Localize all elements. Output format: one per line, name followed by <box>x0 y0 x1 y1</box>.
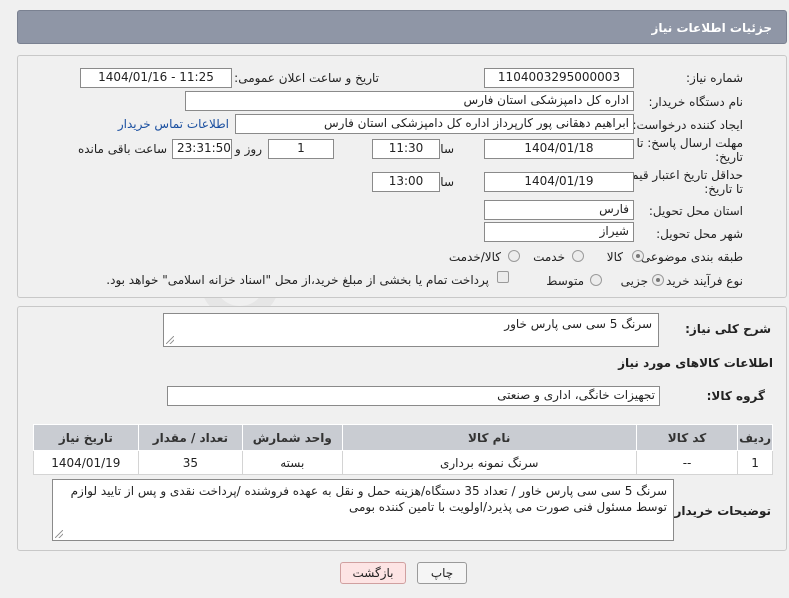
col-header-date: تاریخ نیاز <box>33 424 139 451</box>
cell-date: 1404/01/19 <box>33 450 139 475</box>
buyer-notes-textarea[interactable]: سرنگ 5 سی سی پارس خاور / تعداد 35 دستگاه… <box>52 479 674 541</box>
announce-datetime-label: تاریخ و ساعت اعلان عمومی: <box>234 71 379 85</box>
cell-code: -- <box>635 450 739 475</box>
description-label: شرح کلی نیاز: <box>685 322 771 336</box>
resize-grip-icon[interactable] <box>55 530 63 538</box>
purchase-type-radio-minor[interactable] <box>652 274 664 286</box>
col-header-unit: واحد شمارش <box>242 424 343 451</box>
buyer-org-label: نام دستگاه خریدار: <box>648 95 744 109</box>
reply-deadline-time-field: 11:30 <box>372 139 440 159</box>
category-radio-goods[interactable] <box>632 250 644 262</box>
reply-deadline-label: مهلت ارسال پاسخ: تا تاریخ: <box>623 136 743 164</box>
price-validity-label-text: حداقل تاریخ اعتبار قیمت: تا تاریخ: <box>616 168 743 196</box>
purchase-type-option-minor: جزیی <box>620 274 648 288</box>
delivery-city-label: شهر محل تحویل: <box>656 227 743 241</box>
announce-datetime-field: 1404/01/16 - 11:25 <box>80 68 232 88</box>
remaining-time-field: 23:31:50 <box>172 139 232 159</box>
col-header-qty: تعداد / مقدار <box>137 424 244 451</box>
goods-table: ردیف کد کالا نام کالا واحد شمارش تعداد /… <box>33 424 773 475</box>
need-number-label: شماره نیاز: <box>686 71 743 85</box>
cell-qty: 35 <box>137 450 244 475</box>
col-header-name: نام کالا <box>341 424 637 451</box>
category-option-goods-service: کالا/خدمت <box>448 250 501 264</box>
requester-field: ابراهیم دهقانی پور کارپرداز اداره کل دام… <box>235 114 634 134</box>
cell-name: سرنگ نمونه برداری <box>341 450 637 475</box>
goods-table-header-row: ردیف کد کالا نام کالا واحد شمارش تعداد /… <box>33 424 773 451</box>
treasury-payment-checkbox[interactable] <box>497 271 509 283</box>
description-text: سرنگ 5 سی سی پارس خاور <box>504 317 652 331</box>
purchase-type-radio-medium[interactable] <box>590 274 602 286</box>
remaining-days-label: روز و <box>235 142 262 156</box>
page-title: جزئیات اطلاعات نیاز <box>651 21 772 35</box>
price-validity-time-field: 13:00 <box>372 172 440 192</box>
category-radio-service[interactable] <box>572 250 584 262</box>
treasury-payment-note: پرداخت تمام یا بخشی از مبلغ خرید،از محل … <box>106 273 489 287</box>
table-row: 1 -- سرنگ نمونه برداری بسته 35 1404/01/1… <box>33 450 773 475</box>
delivery-province-field: فارس <box>484 200 634 220</box>
col-header-code: کد کالا <box>635 424 739 451</box>
cell-row: 1 <box>737 450 773 475</box>
reply-deadline-label-text: مهلت ارسال پاسخ: تا تاریخ: <box>636 136 743 164</box>
print-button[interactable]: چاپ <box>417 562 467 584</box>
buyer-notes-label: توضیحات خریدار: <box>669 504 771 518</box>
purchase-type-option-medium: متوسط <box>546 274 584 288</box>
goods-group-label: گروه کالا: <box>706 389 765 403</box>
purchase-type-label: نوع فرآیند خرید : <box>658 274 743 288</box>
goods-info-title: اطلاعات کالاهای مورد نیاز <box>618 356 773 370</box>
reply-deadline-date-field: 1404/01/18 <box>484 139 634 159</box>
cell-unit: بسته <box>242 450 343 475</box>
category-label: طبقه بندی موضوعی: <box>636 250 743 264</box>
price-validity-date-field: 1404/01/19 <box>484 172 634 192</box>
need-number-field: 1104003295000003 <box>484 68 634 88</box>
category-option-goods: کالا <box>606 250 623 264</box>
buyer-org-field: اداره کل دامپزشکی استان فارس <box>185 91 634 111</box>
page-header: جزئیات اطلاعات نیاز <box>17 10 787 44</box>
back-button[interactable]: بازگشت <box>340 562 406 584</box>
goods-group-field: تجهیزات خانگی، اداری و صنعتی <box>167 386 660 406</box>
category-option-service: خدمت <box>533 250 565 264</box>
buyer-contact-link[interactable]: اطلاعات تماس خریدار <box>118 117 229 131</box>
requester-label: ایجاد کننده درخواست: <box>632 118 743 132</box>
buyer-notes-text: سرنگ 5 سی سی پارس خاور / تعداد 35 دستگاه… <box>70 484 667 514</box>
delivery-city-field: شیراز <box>484 222 634 242</box>
category-radio-goods-service[interactable] <box>508 250 520 262</box>
description-textarea[interactable]: سرنگ 5 سی سی پارس خاور <box>163 313 659 347</box>
remaining-time-label: ساعت باقی مانده <box>77 142 167 156</box>
remaining-days-field: 1 <box>268 139 334 159</box>
resize-grip-icon[interactable] <box>166 336 174 344</box>
delivery-province-label: استان محل تحویل: <box>648 204 743 218</box>
col-header-row: ردیف <box>737 424 773 451</box>
